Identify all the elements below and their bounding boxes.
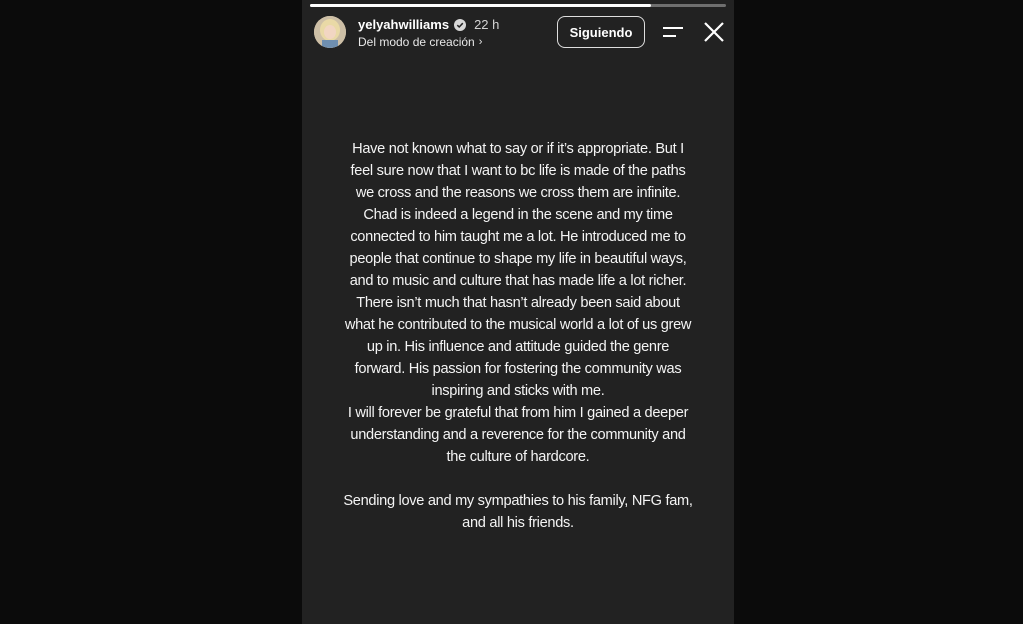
story-paragraph: There isn’t much that hasn’t already bee… [344,295,692,399]
story-paragraph: Chad is indeed a legend in the scene and… [349,207,687,289]
story-text: Have not known what to say or if it’s ap… [342,138,694,534]
story-viewer[interactable]: yelyahwilliams 22 h Del modo de creación… [302,0,734,624]
story-progress-bar [310,4,726,7]
story-meta: yelyahwilliams 22 h Del modo de creación… [358,15,500,50]
avatar[interactable] [314,16,346,48]
story-progress-fill [310,4,652,7]
close-icon[interactable] [702,20,726,44]
post-time: 22 h [474,16,500,32]
username[interactable]: yelyahwilliams [358,17,449,32]
story-header: yelyahwilliams 22 h Del modo de creación… [302,12,734,56]
story-paragraph: Have not known what to say or if it’s ap… [350,141,686,201]
following-button[interactable]: Siguiendo [557,16,645,48]
source-label: Del modo de creación [358,35,475,49]
chevron-right-icon: › [478,36,483,48]
verified-badge-icon [454,18,467,31]
story-closing: Sending love and my sympathies to his fa… [343,493,693,531]
story-paragraph: I will forever be grateful that from him… [347,405,689,465]
menu-lines-icon[interactable] [662,22,684,42]
source-link[interactable]: Del modo de creación › [358,35,499,49]
